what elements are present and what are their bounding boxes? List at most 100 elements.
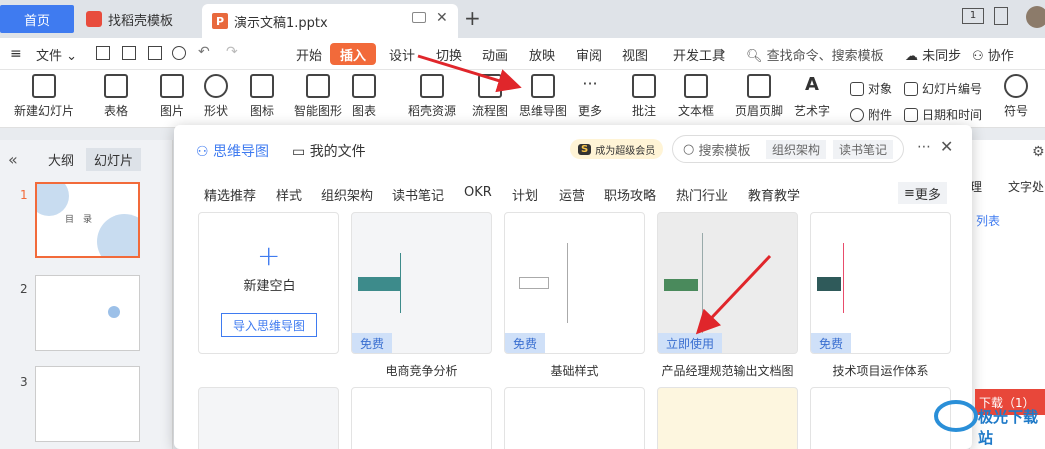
new-blank-card[interactable]: + 新建空白 导入思维导图	[198, 212, 339, 354]
tab-template-store[interactable]: 找稻壳模板	[78, 4, 198, 34]
template-card[interactable]	[657, 387, 798, 449]
table-button[interactable]: 表格	[104, 74, 128, 119]
comment-button[interactable]: 批注	[632, 74, 656, 119]
tab-slides[interactable]: 幻灯片	[86, 148, 142, 171]
art-text-button[interactable]: A 艺术字	[794, 74, 830, 119]
menu-slideshow[interactable]: 放映	[529, 45, 555, 64]
attachment-button[interactable]: 附件	[850, 106, 892, 123]
menu-review[interactable]: 审阅	[576, 45, 602, 64]
flowchart-button[interactable]: 流程图	[472, 74, 508, 119]
export-icon[interactable]	[122, 46, 136, 60]
print-icon[interactable]	[148, 46, 162, 60]
icon-button[interactable]: 图标	[250, 74, 274, 119]
collab-button[interactable]: ⚇ 协作	[972, 45, 1014, 64]
menu-transition[interactable]: 切换	[436, 45, 462, 64]
category-tab[interactable]: 样式	[276, 185, 302, 204]
undo-icon[interactable]: ↶	[198, 44, 210, 60]
category-tab[interactable]: 职场攻略	[604, 185, 656, 204]
slide-thumbnail-1[interactable]: 目 录	[35, 182, 140, 258]
avatar[interactable]	[1026, 6, 1045, 28]
search-tag[interactable]: 组织架构	[766, 140, 827, 159]
feedback-icon[interactable]: ⋯	[917, 139, 931, 155]
sync-status[interactable]: ☁ 未同步	[905, 45, 961, 64]
daoke-resource-button[interactable]: 稻壳资源	[408, 74, 456, 119]
close-tab-icon[interactable]: ✕	[436, 10, 448, 26]
object-icon	[850, 81, 864, 96]
datetime-button[interactable]: 日期和时间	[904, 106, 982, 123]
menu-insert[interactable]: 插入	[330, 43, 377, 65]
category-tab[interactable]: OKR	[464, 185, 492, 200]
use-now-badge[interactable]: 立即使用	[658, 333, 723, 353]
vip-label: 成为超级会员	[595, 145, 656, 157]
chevron-right-icon[interactable]: ›	[720, 44, 726, 60]
object-button[interactable]: 对象	[850, 80, 892, 97]
template-card[interactable]	[504, 387, 645, 449]
icon-label: 图标	[250, 104, 275, 118]
save-icon[interactable]	[96, 46, 110, 60]
new-slide-button[interactable]: 新建幻灯片	[14, 74, 74, 119]
slide-thumbnail-3[interactable]	[35, 366, 140, 442]
command-search[interactable]: 🔍︎ 查找命令、搜索模板	[746, 45, 884, 64]
menu-design[interactable]: 设计	[389, 45, 415, 64]
header-footer-icon	[747, 74, 771, 98]
layout-icon[interactable]	[994, 7, 1008, 25]
hamburger-icon[interactable]: ≡	[10, 46, 22, 62]
slide-number-button[interactable]: 幻灯片编号	[904, 80, 982, 97]
template-card[interactable]: 免费	[810, 212, 951, 354]
header-footer-button[interactable]: 页眉页脚	[735, 74, 783, 119]
more-categories-button[interactable]: ≡ 更多	[898, 182, 947, 204]
template-card[interactable]	[198, 387, 339, 449]
template-card[interactable]: 立即使用	[657, 212, 798, 354]
tab-document[interactable]: P 演示文稿1.pptx ✕	[202, 4, 458, 38]
screen-icon[interactable]	[412, 12, 426, 23]
template-card[interactable]	[351, 387, 492, 449]
slide-thumbnail-2[interactable]	[35, 275, 140, 351]
menu-start[interactable]: 开始	[296, 45, 322, 64]
menu-view[interactable]: 视图	[622, 45, 648, 64]
template-search-input[interactable]: ○ 搜索模板 组织架构 读书笔记	[672, 135, 904, 163]
collapse-panel-icon[interactable]: «	[8, 150, 18, 169]
search-tag[interactable]: 读书笔记	[833, 140, 894, 159]
category-tab[interactable]: 读书笔记	[392, 185, 444, 204]
menu-animation[interactable]: 动画	[482, 45, 508, 64]
plus-icon: +	[257, 239, 281, 272]
vip-button[interactable]: S 成为超级会员	[570, 139, 664, 159]
tab-my-files[interactable]: ▭ 我的文件	[292, 141, 366, 161]
close-icon[interactable]: ✕	[940, 137, 953, 156]
category-tab[interactable]: 热门行业	[676, 185, 728, 204]
category-tab[interactable]: 运营	[559, 185, 585, 204]
list-link[interactable]: 列表	[976, 212, 1000, 229]
header-footer-label: 页眉页脚	[735, 104, 784, 118]
template-card[interactable]: 免费	[351, 212, 492, 354]
category-tab[interactable]: 精选推荐	[204, 185, 256, 204]
import-mindmap-button[interactable]: 导入思维导图	[221, 313, 317, 337]
menu-developer[interactable]: 开发工具	[673, 45, 725, 64]
smart-graphic-button[interactable]: 智能图形	[294, 74, 342, 119]
category-tab[interactable]: 教育教学	[748, 185, 800, 204]
new-tab-button[interactable]: +	[464, 6, 481, 30]
mindmap-icon	[531, 74, 555, 98]
slide-number-icon	[904, 81, 918, 96]
more-button[interactable]: ··· 更多	[578, 74, 602, 119]
tab-outline[interactable]: 大纲	[48, 150, 74, 169]
category-tab[interactable]: 组织架构	[321, 185, 373, 204]
picture-button[interactable]: 图片	[160, 74, 184, 119]
shape-button[interactable]: 形状	[204, 74, 228, 119]
settings-icon[interactable]: ⚙	[1032, 144, 1045, 160]
tab-mindmap[interactable]: ⚇ 思维导图	[196, 141, 269, 161]
mindmap-button[interactable]: 思维导图	[519, 74, 567, 119]
template-card[interactable]: 免费	[504, 212, 645, 354]
thumb-title: 目 录	[65, 215, 93, 225]
window-count-badge[interactable]: 1	[962, 8, 984, 24]
title-bar: 首页 找稻壳模板 P 演示文稿1.pptx ✕ + 1	[0, 0, 1045, 38]
redo-icon[interactable]: ↷	[226, 44, 238, 60]
textbox-button[interactable]: 文本框	[678, 74, 714, 119]
right-tab-text[interactable]: 文字处	[1008, 178, 1044, 195]
preview-icon[interactable]	[172, 46, 186, 60]
menu-file[interactable]: 文件 ⌄	[36, 45, 77, 64]
symbol-button[interactable]: 符号	[1004, 74, 1028, 119]
chart-button[interactable]: 图表	[352, 74, 376, 119]
tab-home[interactable]: 首页	[0, 5, 74, 33]
slide-number: 2	[20, 282, 28, 296]
category-tab[interactable]: 计划	[512, 185, 538, 204]
